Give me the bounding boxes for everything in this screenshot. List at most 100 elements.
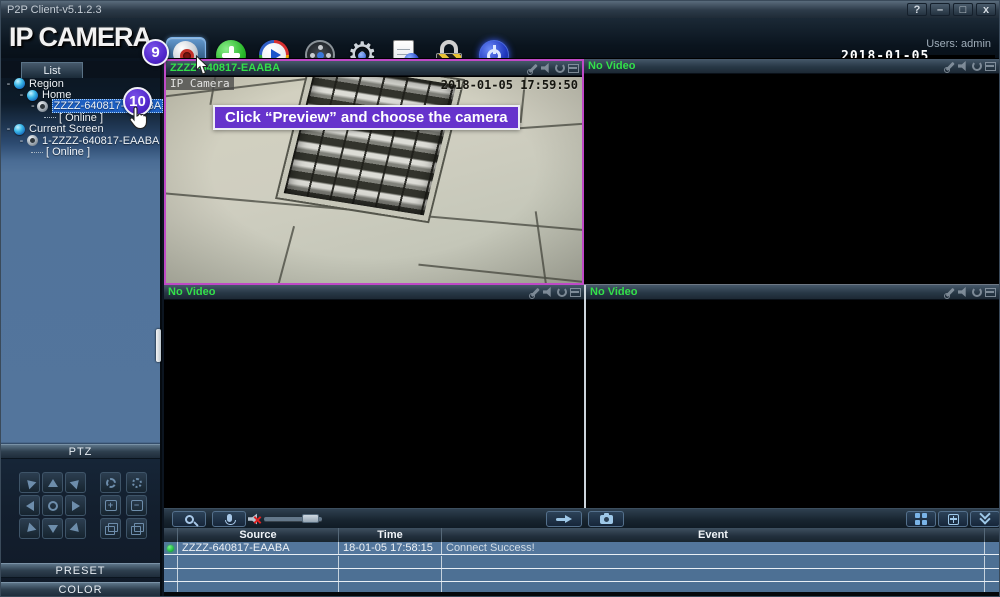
tree-label[interactable]: Region bbox=[29, 78, 64, 90]
video-panel-2-header: No Video bbox=[584, 59, 999, 74]
video-panel-2[interactable]: No Video bbox=[584, 59, 999, 285]
video-panel-1-selected[interactable]: ZZZZ-640817-EAABA IP Camera 2018-01-05 1… bbox=[164, 59, 584, 285]
status-online-dot bbox=[167, 544, 174, 552]
close-button[interactable]: x bbox=[976, 3, 996, 16]
tree-label[interactable]: 1-ZZZZ-640817-EAABA bbox=[42, 135, 159, 147]
mouse-cursor-hand-icon bbox=[129, 106, 148, 130]
grid-icon bbox=[915, 513, 927, 525]
talk-button[interactable] bbox=[212, 511, 246, 527]
wrench-icon[interactable] bbox=[529, 287, 540, 299]
speaker-icon[interactable] bbox=[543, 287, 551, 297]
live-video-ceiling-scene: IP Camera 2018-01-05 17:59:50 Click “Pre… bbox=[166, 77, 582, 283]
ptz-up-right-button[interactable] bbox=[65, 472, 86, 493]
ptz-panel-header[interactable]: PTZ bbox=[1, 444, 160, 459]
expander-icon[interactable]: - bbox=[31, 100, 35, 112]
refresh-icon[interactable] bbox=[972, 287, 982, 297]
ptz-up-button[interactable] bbox=[42, 472, 63, 493]
microphone-icon bbox=[224, 514, 236, 525]
ptz-pointer-button[interactable] bbox=[546, 511, 582, 527]
expander-icon[interactable]: - bbox=[5, 123, 12, 135]
window-title: P2P Client-v5.1.2.3 bbox=[7, 3, 102, 16]
volume-slider[interactable] bbox=[264, 514, 322, 523]
mute-speaker-icon[interactable] bbox=[248, 513, 262, 525]
zoom-out-button[interactable]: − bbox=[126, 495, 147, 516]
scroll-column bbox=[985, 528, 999, 542]
ptz-up-left-button[interactable] bbox=[19, 472, 40, 493]
focus-near-button[interactable] bbox=[100, 518, 121, 539]
fullscreen-icon bbox=[947, 513, 959, 525]
volume-slider-handle[interactable] bbox=[302, 514, 319, 523]
wrench-icon[interactable] bbox=[944, 287, 955, 299]
snapshot-button[interactable] bbox=[588, 511, 624, 527]
magnifier-icon bbox=[184, 514, 194, 524]
speaker-icon[interactable] bbox=[958, 287, 966, 297]
mouse-cursor-arrow-icon bbox=[196, 55, 209, 75]
iris-open-button[interactable] bbox=[100, 472, 121, 493]
wrench-icon[interactable] bbox=[944, 61, 955, 73]
video-panel-2-title: No Video bbox=[588, 60, 636, 72]
sidebar-splitter-handle[interactable] bbox=[156, 329, 161, 362]
video-panel-4[interactable]: No Video bbox=[584, 285, 999, 508]
event-table-row[interactable]: ZZZZ-640817-EAABA 18-01-05 17:58:15 Conn… bbox=[164, 542, 999, 555]
window-icon[interactable] bbox=[985, 62, 996, 71]
preset-panel-header[interactable]: PRESET bbox=[1, 563, 160, 578]
tutorial-annotation: Click “Preview” and choose the camera bbox=[213, 105, 520, 130]
step-badge-9: 9 bbox=[142, 39, 169, 66]
refresh-icon[interactable] bbox=[972, 61, 982, 71]
minimize-button[interactable]: – bbox=[930, 3, 950, 16]
refresh-icon[interactable] bbox=[557, 287, 567, 297]
ptz-lens-controls: + − bbox=[100, 472, 147, 539]
ptz-down-button[interactable] bbox=[42, 518, 63, 539]
speaker-icon[interactable] bbox=[958, 61, 966, 71]
tree-item-screen-camera[interactable]: - 1-ZZZZ-640817-EAABA bbox=[1, 135, 160, 147]
refresh-icon[interactable] bbox=[555, 63, 565, 73]
globe-icon bbox=[27, 89, 38, 101]
video-panel-4-title: No Video bbox=[590, 286, 638, 298]
header: IP CAMERA 9 ⚙ Users: admin 2018-01-05 17… bbox=[1, 18, 999, 79]
maximize-button[interactable]: □ bbox=[953, 3, 973, 16]
speaker-icon[interactable] bbox=[541, 63, 549, 73]
video-panel-4-header: No Video bbox=[586, 285, 999, 300]
event-column-header: Event bbox=[442, 528, 985, 542]
table-bottom-strip bbox=[164, 592, 999, 596]
fullscreen-button[interactable] bbox=[938, 511, 968, 527]
video-grid: ZZZZ-640817-EAABA IP Camera 2018-01-05 1… bbox=[164, 58, 999, 508]
tab-list[interactable]: List bbox=[21, 62, 83, 78]
video-panel-3[interactable]: No Video bbox=[164, 285, 584, 508]
ptz-down-left-button[interactable] bbox=[19, 518, 40, 539]
expander-icon[interactable]: - bbox=[18, 89, 25, 101]
video-panel-3-header: No Video bbox=[164, 285, 584, 300]
arrow-icon bbox=[556, 515, 572, 523]
status-column-header bbox=[164, 528, 178, 542]
video-panel-1-header: ZZZZ-640817-EAABA bbox=[166, 61, 582, 76]
wrench-icon[interactable] bbox=[527, 63, 538, 75]
globe-icon bbox=[14, 78, 25, 90]
zoom-in-button[interactable]: + bbox=[100, 495, 121, 516]
focus-far-button[interactable] bbox=[126, 518, 147, 539]
event-table-empty-row bbox=[164, 556, 999, 569]
digital-zoom-button[interactable] bbox=[172, 511, 206, 527]
camera-icon bbox=[36, 100, 48, 112]
ptz-auto-pan-button[interactable] bbox=[42, 495, 63, 516]
event-source-cell: ZZZZ-640817-EAABA bbox=[178, 542, 339, 554]
window-icon[interactable] bbox=[568, 64, 579, 73]
title-bar: P2P Client-v5.1.2.3 ? – □ x bbox=[1, 1, 999, 18]
list-tab-bar: List bbox=[1, 61, 160, 78]
iris-close-button[interactable] bbox=[126, 472, 147, 493]
ptz-left-button[interactable] bbox=[19, 495, 40, 516]
event-table-header: Source Time Event bbox=[164, 528, 999, 542]
tree-label[interactable]: Current Screen bbox=[29, 123, 104, 135]
expander-icon[interactable]: - bbox=[5, 78, 12, 90]
help-button[interactable]: ? bbox=[907, 3, 927, 16]
expander-icon[interactable]: - bbox=[18, 135, 25, 147]
window-icon[interactable] bbox=[985, 288, 996, 297]
window-icon[interactable] bbox=[570, 288, 581, 297]
ptz-right-button[interactable] bbox=[65, 495, 86, 516]
sidebar: List - Region - Home - ZZZZ-640817-EAABA… bbox=[1, 58, 164, 596]
ptz-down-right-button[interactable] bbox=[65, 518, 86, 539]
collapse-panel-button[interactable] bbox=[970, 508, 999, 527]
ptz-direction-pad bbox=[19, 472, 86, 539]
color-panel-header[interactable]: COLOR bbox=[1, 582, 160, 596]
main-area: ZZZZ-640817-EAABA IP Camera 2018-01-05 1… bbox=[164, 58, 999, 596]
layout-grid-button[interactable] bbox=[906, 511, 936, 527]
